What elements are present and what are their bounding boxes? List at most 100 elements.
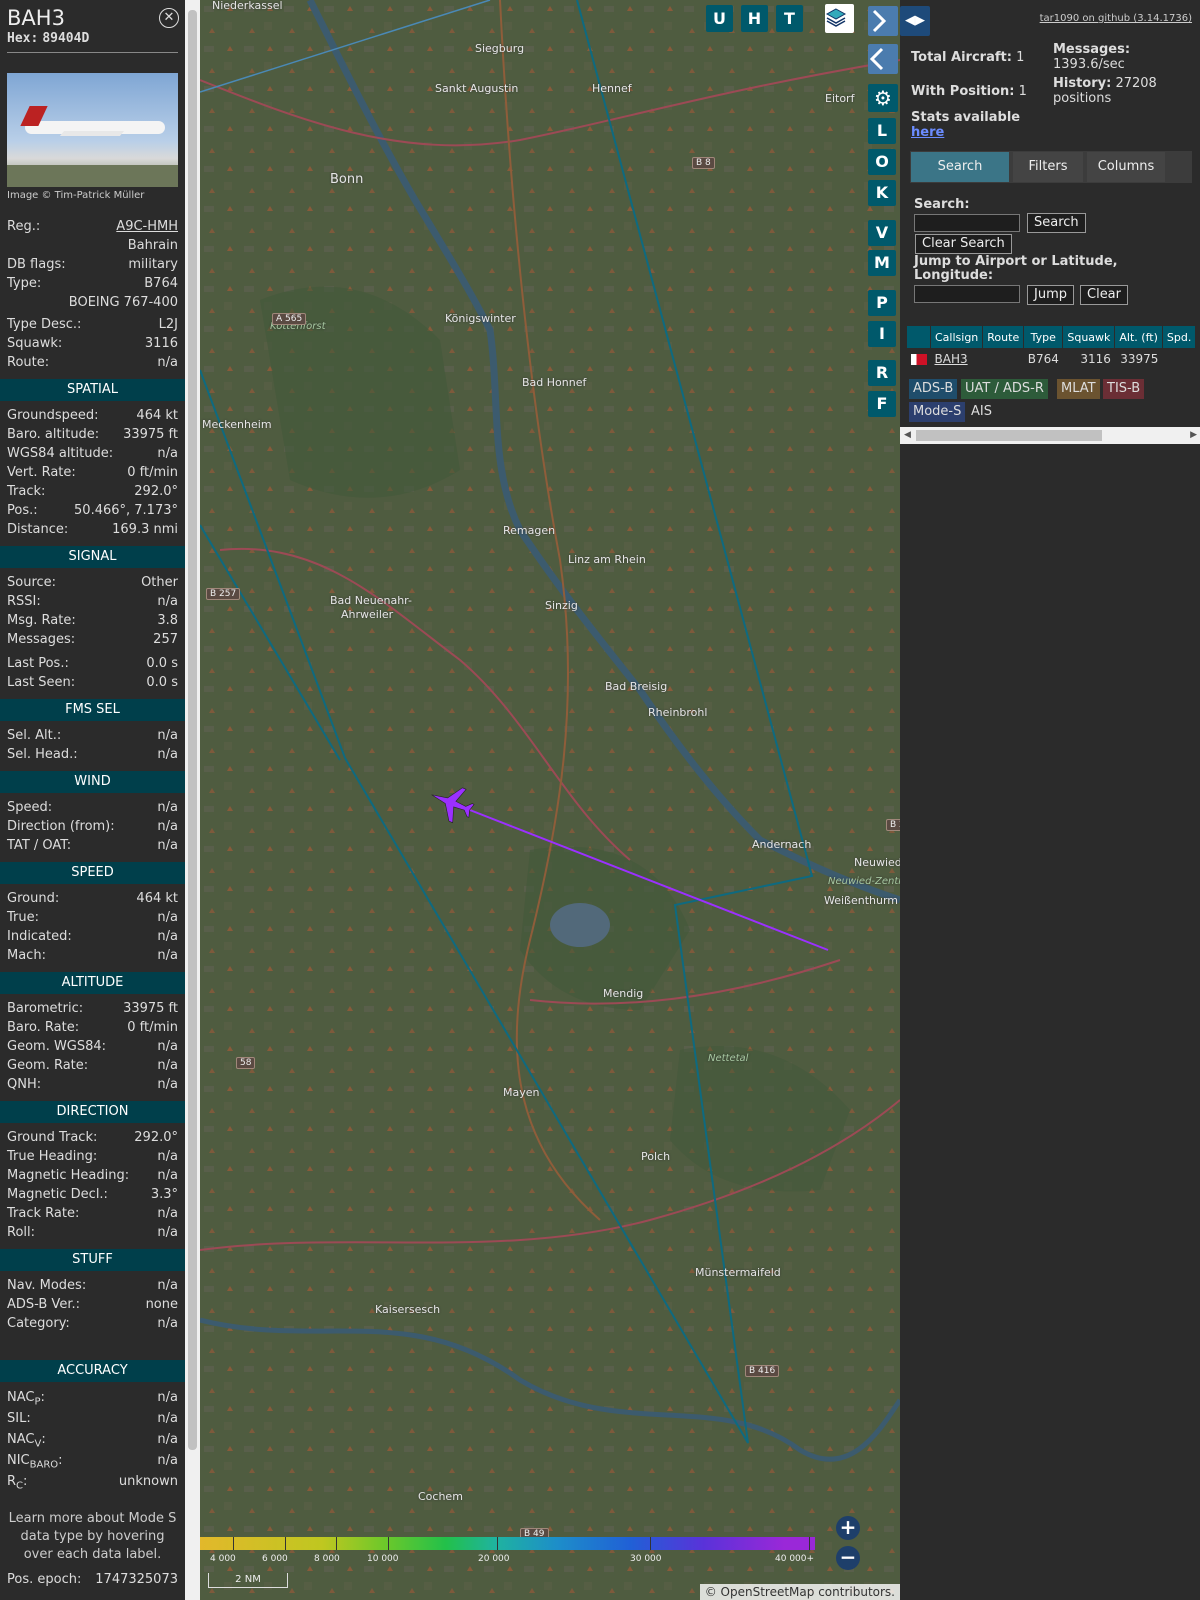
chevron-left-icon[interactable] [868,44,898,74]
expand-horizontal-icon[interactable]: ◀▶ [900,6,930,36]
info-label: Last Pos.: [7,656,69,671]
map-canvas[interactable] [200,0,900,1600]
toolbar-button-r[interactable]: R [868,360,896,386]
column-header[interactable]: Squawk [1062,325,1116,349]
scrollbar-thumb[interactable] [188,10,197,1450]
place-label: Bad Breisig [605,680,668,693]
place-label: Meckenheim [202,418,272,431]
registration-link[interactable]: A9C-HMH [116,217,178,236]
legend-tick [809,1537,810,1550]
place-label: Königswinter [445,312,516,325]
info-value: n/a [157,728,178,743]
stats-link[interactable]: here [911,125,944,140]
wind-rows: Speed: n/a Direction (from): n/a TAT / OAT: n… [0,798,185,855]
info-label: QNH: [7,1077,42,1092]
gear-icon[interactable]: ⚙ [868,84,898,112]
column-header[interactable]: Spd. [1161,325,1197,349]
table-row[interactable]: BAH3 B764 3116 33975 [907,349,1196,370]
toolbar-button-t[interactable]: T [776,5,803,32]
info-label: Category: [7,1316,70,1331]
scale-line: 2 NM [208,1573,288,1588]
github-link[interactable]: tar1090 on github (3.14.1736) [1040,13,1192,24]
toolbar-button-v[interactable]: V [868,220,896,246]
toolbar-button-p[interactable]: P [868,290,896,316]
info-label: Barometric: [7,1001,84,1016]
callsign-cell[interactable]: BAH3 [931,349,983,370]
info-value: n/a [157,1316,178,1331]
map-view[interactable]: Niederkassel Siegburg Sankt Augustin Hennef… [200,0,900,1600]
mode-s-help-note: Learn more about Mode S data type by hov… [8,1511,177,1562]
accuracy-label: NACV: [7,1429,46,1450]
history-stat: History: 27208 positions [1053,76,1193,106]
dbflags-row: DB flags: military [0,255,185,274]
attribution-link[interactable]: OpenStreetMap [721,1585,815,1599]
tab-columns[interactable]: Columns [1087,152,1165,182]
scrollbar-thumb[interactable] [916,430,1102,441]
info-value: none [145,1297,178,1312]
stats-available: Stats available here [911,110,1020,140]
close-icon[interactable]: ✕ [159,8,179,28]
section-spatial: SPATIAL [0,379,185,401]
with-position-value: 1 [1018,84,1027,99]
clear-button[interactable]: Clear [1080,285,1128,305]
clear-search-button[interactable]: Clear Search [915,234,1012,254]
layers-icon[interactable] [825,4,854,33]
toolbar-button-o[interactable]: O [868,149,896,175]
place-label: Sinzig [545,599,578,612]
epoch-value: 1747325073 [95,1572,178,1587]
accuracy-label-main: NAC [7,1390,35,1405]
jump-button[interactable]: Jump [1027,285,1074,305]
info-row: Messages: 257 [0,630,185,649]
tab-filters[interactable]: Filters [1013,152,1083,182]
search-input[interactable] [914,214,1020,232]
accuracy-label: SIL: [7,1408,31,1429]
info-row: TAT / OAT: n/a [0,836,185,855]
road-label: B 2 [886,819,900,831]
chevron-right-icon[interactable] [868,6,898,36]
typedesc-row: Type Desc.: L2J [0,315,185,334]
info-row: Geom. Rate: n/a [0,1056,185,1075]
route-cell [983,349,1024,370]
place-label: Bad Neuenahr- [330,594,412,607]
tab-search[interactable]: Search [911,152,1009,182]
info-value: 257 [153,632,178,647]
legend-tick [497,1537,498,1550]
zoom-out-button[interactable]: − [836,1546,860,1570]
toolbar-button-h[interactable]: H [741,5,768,32]
column-header[interactable]: Route [982,325,1025,349]
info-row: Baro. altitude: 33975 ft [0,425,185,444]
source-badge: AIS [967,402,996,422]
column-header[interactable]: Alt. (ft) [1114,325,1163,349]
legend-label: 20 000 [478,1554,510,1564]
toolbar-button-k[interactable]: K [868,180,896,206]
place-label: Nettetal [708,1053,749,1064]
toolbar-button-f[interactable]: F [868,391,896,417]
toolbar-button-l[interactable]: L [868,118,896,144]
column-header[interactable]: Callsign [929,325,984,349]
search-button[interactable]: Search [1027,213,1086,233]
accuracy-label-main: NAC [7,1432,35,1447]
aircraft-photo[interactable] [7,73,178,187]
place-label: Cochem [418,1490,463,1503]
toolbar-button-m[interactable]: M [868,250,896,276]
place-label: Hennef [592,82,632,95]
toolbar-button-u[interactable]: U [706,5,733,32]
route-label: Route: [7,355,50,370]
column-header[interactable] [906,325,931,349]
info-value: 0 ft/min [127,465,178,480]
section-altitude: ALTITUDE [0,972,185,994]
column-header[interactable]: Type [1023,325,1064,349]
toolbar-button-i[interactable]: I [868,321,896,347]
jump-input[interactable] [914,285,1020,303]
attribution-suffix: contributors. [814,1585,895,1599]
info-label: Geom. WGS84: [7,1039,107,1054]
zoom-in-button[interactable]: + [836,1516,860,1540]
accuracy-row: NACV: n/a [0,1429,185,1450]
info-panel-scrollbar[interactable] [185,0,200,1600]
signal-rows-2: Last Pos.: 0.0 s Last Seen: 0.0 s [0,654,185,692]
info-row: Last Seen: 0.0 s [0,673,185,692]
place-label: Neuwied-Zentrum [828,876,900,887]
table-horizontal-scrollbar[interactable]: ◀ ▶ [900,427,1200,444]
road-label: B 257 [206,588,241,600]
search-label: Search: [914,197,970,212]
